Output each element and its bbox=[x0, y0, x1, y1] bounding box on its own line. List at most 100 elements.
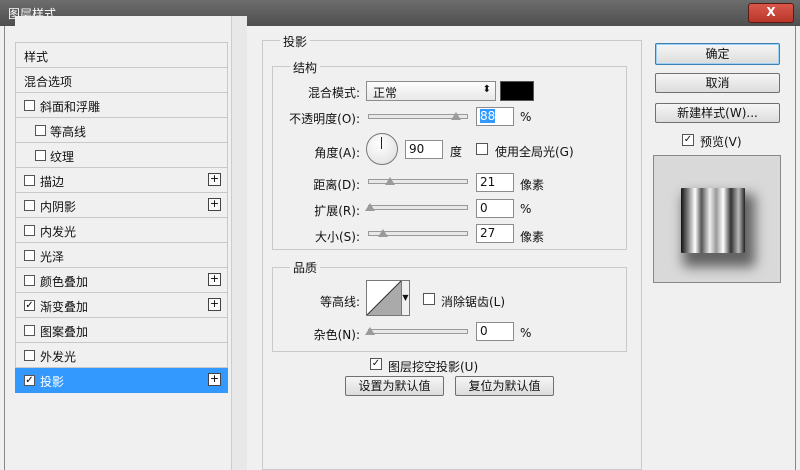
preview-checkbox[interactable]: ✓ bbox=[682, 134, 694, 146]
style-preview bbox=[653, 155, 781, 283]
style-item-inner-shadow[interactable]: 内阴影 + bbox=[15, 193, 228, 218]
checkbox-outer-glow[interactable] bbox=[24, 350, 35, 361]
contour-curve-icon bbox=[366, 280, 402, 316]
noise-unit: % bbox=[520, 326, 532, 340]
style-item-satin[interactable]: 光泽 bbox=[15, 243, 228, 268]
distance-value: 21 bbox=[480, 175, 496, 189]
style-item-pattern-overlay[interactable]: 图案叠加 bbox=[15, 318, 228, 343]
style-item-label: 投影 bbox=[40, 375, 65, 389]
blend-mode-select[interactable]: 正常 ⬍ bbox=[366, 81, 496, 101]
size-slider-thumb[interactable] bbox=[378, 229, 388, 237]
new-style-button[interactable]: 新建样式(W)... bbox=[655, 103, 780, 123]
add-inner-shadow-plus-icon[interactable]: + bbox=[208, 198, 221, 211]
style-item-label: 斜面和浮雕 bbox=[40, 100, 101, 114]
style-item-label: 光泽 bbox=[40, 250, 65, 264]
noise-value: 0 bbox=[480, 324, 488, 338]
checkbox-satin[interactable] bbox=[24, 250, 35, 261]
style-item-label: 外发光 bbox=[40, 350, 77, 364]
checkbox-pattern-overlay[interactable] bbox=[24, 325, 35, 336]
opacity-unit: % bbox=[520, 110, 532, 124]
spread-value: 0 bbox=[480, 201, 488, 215]
ok-button[interactable]: 确定 bbox=[655, 43, 780, 65]
checkbox-inner-shadow[interactable] bbox=[24, 200, 35, 211]
chevron-updown-icon: ⬍ bbox=[482, 84, 491, 95]
antialias-checkbox[interactable] bbox=[423, 293, 435, 305]
noise-input[interactable]: 0 bbox=[476, 322, 514, 341]
style-item-drop-shadow[interactable]: ✓ 投影 + bbox=[15, 368, 228, 393]
style-item-label: 描边 bbox=[40, 175, 65, 189]
style-item-label: 内发光 bbox=[40, 225, 77, 239]
opacity-label: 不透明度(O): bbox=[289, 112, 360, 126]
checkbox-texture[interactable] bbox=[35, 150, 46, 161]
style-item-blending-options[interactable]: 混合选项 bbox=[15, 68, 228, 93]
spread-slider-thumb[interactable] bbox=[365, 203, 375, 211]
checkbox-gradient-overlay[interactable]: ✓ bbox=[24, 300, 35, 311]
angle-needle bbox=[381, 137, 382, 149]
angle-input[interactable]: 90 bbox=[405, 140, 443, 159]
noise-slider-thumb[interactable] bbox=[365, 327, 375, 335]
opacity-value: 88 bbox=[480, 109, 496, 123]
spread-input[interactable]: 0 bbox=[476, 199, 514, 218]
style-item-gradient-overlay[interactable]: ✓ 渐变叠加 + bbox=[15, 293, 228, 318]
size-value: 27 bbox=[480, 226, 496, 240]
distance-slider-track[interactable] bbox=[368, 179, 468, 184]
size-label: 大小(S): bbox=[314, 230, 360, 244]
reset-default-button[interactable]: 复位为默认值 bbox=[455, 376, 554, 396]
add-gradient-overlay-plus-icon[interactable]: + bbox=[208, 298, 221, 311]
style-item-inner-glow[interactable]: 内发光 bbox=[15, 218, 228, 243]
cancel-button[interactable]: 取消 bbox=[655, 73, 780, 93]
size-input[interactable]: 27 bbox=[476, 224, 514, 243]
add-stroke-plus-icon[interactable]: + bbox=[208, 173, 221, 186]
opacity-slider-thumb[interactable] bbox=[451, 112, 461, 120]
global-light-checkbox[interactable] bbox=[476, 143, 488, 155]
blend-mode-value: 正常 bbox=[373, 86, 398, 100]
global-light-label: 使用全局光(G) bbox=[495, 145, 574, 159]
checkbox-color-overlay[interactable] bbox=[24, 275, 35, 286]
add-color-overlay-plus-icon[interactable]: + bbox=[208, 273, 221, 286]
style-item-stroke[interactable]: 描边 + bbox=[15, 168, 228, 193]
style-list-scrollbar[interactable] bbox=[231, 16, 247, 470]
contour-dropdown[interactable]: ▼ bbox=[402, 280, 410, 316]
style-list: 样式 混合选项 斜面和浮雕 等高线 纹理 描边 + 内阴影 + 内发光 光泽 颜… bbox=[15, 16, 247, 470]
style-item-label: 颜色叠加 bbox=[40, 275, 89, 289]
quality-title: 品质 bbox=[290, 259, 321, 276]
style-item-label: 样式 bbox=[24, 50, 49, 64]
angle-value: 90 bbox=[409, 142, 425, 156]
style-item-outer-glow[interactable]: 外发光 bbox=[15, 343, 228, 368]
style-item-contour[interactable]: 等高线 bbox=[15, 118, 228, 143]
checkbox-contour[interactable] bbox=[35, 125, 46, 136]
spread-slider-track[interactable] bbox=[368, 205, 468, 210]
structure-title: 结构 bbox=[290, 59, 321, 76]
style-item-label: 渐变叠加 bbox=[40, 300, 89, 314]
checkbox-drop-shadow[interactable]: ✓ bbox=[24, 375, 35, 386]
spread-unit: % bbox=[520, 202, 532, 216]
distance-slider-thumb[interactable] bbox=[385, 177, 395, 185]
add-drop-shadow-plus-icon[interactable]: + bbox=[208, 373, 221, 386]
noise-label: 杂色(N): bbox=[313, 328, 360, 342]
style-item-color-overlay[interactable]: 颜色叠加 + bbox=[15, 268, 228, 293]
distance-input[interactable]: 21 bbox=[476, 173, 514, 192]
style-item-label: 内阴影 bbox=[40, 200, 77, 214]
checkbox-bevel-emboss[interactable] bbox=[24, 100, 35, 111]
style-item-label: 混合选项 bbox=[24, 75, 73, 89]
shadow-color-swatch[interactable] bbox=[500, 81, 534, 101]
style-item-bevel-emboss[interactable]: 斜面和浮雕 bbox=[15, 93, 228, 118]
angle-unit: 度 bbox=[450, 145, 463, 159]
contour-label: 等高线: bbox=[319, 295, 360, 309]
style-item-styles[interactable]: 样式 bbox=[15, 42, 228, 68]
knockout-label: 图层挖空投影(U) bbox=[388, 360, 479, 374]
style-item-texture[interactable]: 纹理 bbox=[15, 143, 228, 168]
drop-shadow-title: 投影 bbox=[280, 33, 311, 50]
noise-slider-track[interactable] bbox=[368, 329, 468, 334]
size-unit: 像素 bbox=[520, 230, 545, 244]
knockout-checkbox[interactable]: ✓ bbox=[370, 358, 382, 370]
blend-mode-label: 混合模式: bbox=[307, 86, 360, 100]
checkbox-stroke[interactable] bbox=[24, 175, 35, 186]
checkbox-inner-glow[interactable] bbox=[24, 225, 35, 236]
make-default-button[interactable]: 设置为默认值 bbox=[345, 376, 444, 396]
preview-label: 预览(V) bbox=[700, 135, 742, 149]
close-button[interactable]: X bbox=[748, 3, 794, 23]
contour-preview[interactable] bbox=[366, 280, 402, 316]
opacity-input[interactable]: 88 bbox=[476, 107, 514, 126]
angle-dial[interactable] bbox=[366, 133, 398, 165]
